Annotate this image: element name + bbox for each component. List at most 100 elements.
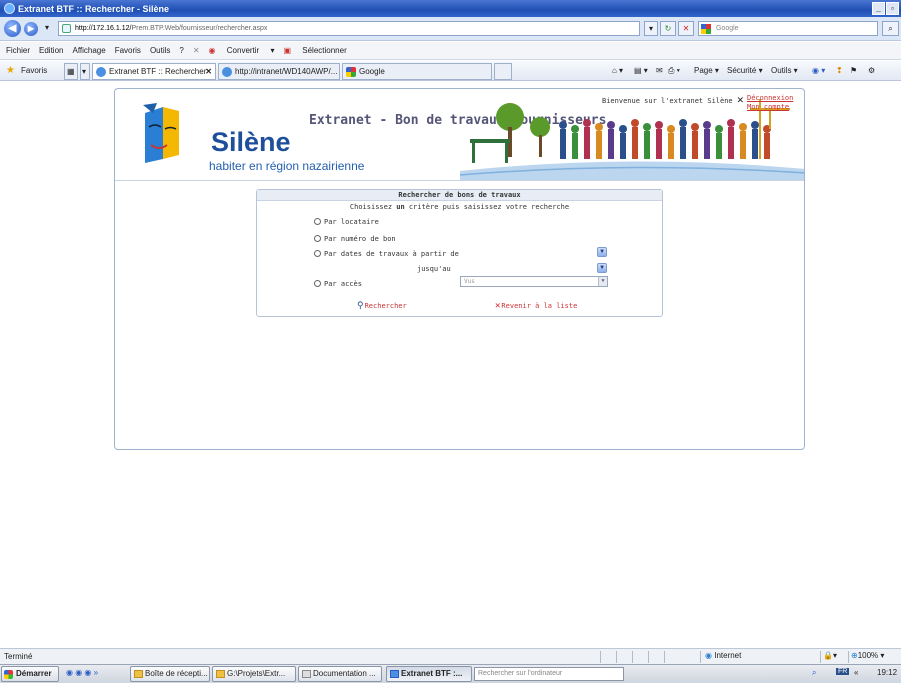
tab-list-icon[interactable]: ▾ <box>80 63 90 80</box>
menu-edit[interactable]: Edition <box>39 46 63 55</box>
search-form-title: Rechercher de bons de travaux <box>257 190 662 201</box>
protected-mode-icon[interactable]: 🔒▾ <box>820 651 848 663</box>
new-tab-button[interactable] <box>494 63 512 80</box>
search-icon[interactable]: ⌕ <box>812 668 816 678</box>
task-documentation[interactable]: Documentation ... <box>298 666 382 682</box>
folder-icon <box>216 670 225 678</box>
globe-icon: ◉ <box>705 651 712 660</box>
acces-select[interactable]: Vus ▼ <box>460 276 608 287</box>
ie-icon <box>4 3 15 14</box>
address-dropdown-icon[interactable]: ▾ <box>644 21 658 36</box>
close-icon: ✕ <box>737 93 744 106</box>
refresh-icon[interactable]: ↻ <box>660 21 676 36</box>
menu-tools[interactable]: Outils <box>150 46 170 55</box>
extra-toolbar-icon[interactable]: ⚙ <box>868 66 875 75</box>
page-menu[interactable]: Page ▾ <box>694 66 719 75</box>
welcome-text: Bienvenue sur l'extranet Silène <box>602 97 733 105</box>
security-zone: ◉ Internet <box>700 651 815 663</box>
zoom-icon: ⊕ <box>851 651 858 660</box>
close-toolbar-icon[interactable]: ✕ <box>193 46 200 55</box>
option-locataire[interactable]: Par locataire <box>314 218 379 226</box>
binoculars-icon: ⚲ <box>357 301 364 311</box>
mail-icon[interactable]: ✉ <box>656 66 663 75</box>
address-toolbar: ◀ ▶ ▾ http://172.16.1.12/Prem.BTP.Web/fo… <box>0 17 901 41</box>
help-icon[interactable]: ◉ ▾ <box>812 66 825 75</box>
convert-button[interactable]: ◉ Convertir ▾ <box>209 46 275 55</box>
radio-numero[interactable] <box>314 235 321 242</box>
mail-task-icon <box>134 670 143 678</box>
menu-help[interactable]: ? <box>179 46 183 55</box>
radio-locataire[interactable] <box>314 218 321 225</box>
home-icon[interactable]: ⌂ ▾ <box>612 66 623 75</box>
quick-launch-icons[interactable]: ◉ ◉ ◉ » <box>66 668 98 677</box>
option-acces[interactable]: Par accès <box>314 280 362 288</box>
forward-button[interactable]: ▶ <box>24 22 38 36</box>
quick-tabs-icon[interactable]: ▦ <box>64 63 78 80</box>
address-input[interactable]: http://172.16.1.12/Prem.BTP.Web/fourniss… <box>58 21 640 36</box>
ie-tab-icon <box>96 67 106 77</box>
blog-icon[interactable]: ⚑ <box>850 66 857 75</box>
until-label: jusqu'au <box>417 265 451 273</box>
google-icon <box>701 24 711 34</box>
task-outlook[interactable]: Boîte de récepti... <box>130 666 210 682</box>
favorites-star-icon[interactable]: ★ <box>6 65 15 76</box>
print-icon[interactable]: ⎙ ▾ <box>668 66 680 76</box>
date-from-dropdown-icon[interactable]: ▼ <box>597 247 607 257</box>
tab-intranet[interactable]: http://intranet/WD140AWP/... <box>218 63 340 80</box>
option-dates[interactable]: Par dates de travaux à partir de <box>314 250 459 258</box>
menu-view[interactable]: Affichage <box>72 46 105 55</box>
logout-link[interactable]: ✕ Déconnexion <box>737 93 793 106</box>
page-content: Silène habiter en région nazairienne Ext… <box>0 82 901 648</box>
maximize-button[interactable]: ▫ <box>886 2 899 15</box>
google-tab-icon <box>346 67 356 77</box>
tools-menu[interactable]: Outils ▾ <box>771 66 798 75</box>
tab-extranet[interactable]: Extranet BTF :: Rechercher ✕ <box>92 63 216 80</box>
back-to-list-button[interactable]: ✕Revenir à la liste <box>495 301 577 311</box>
research-icon[interactable]: ❢ <box>836 66 843 75</box>
status-bar: Terminé ◉ Internet 🔒▾ ⊕100% ▾ <box>0 648 901 664</box>
site-header: Silène habiter en région nazairienne Ext… <box>115 89 804 181</box>
account-link[interactable]: Mon compte <box>747 103 789 111</box>
search-form: Rechercher de bons de travaux Choisissez… <box>256 189 663 317</box>
close-tab-icon[interactable]: ✕ <box>205 64 212 79</box>
security-menu[interactable]: Sécurité ▾ <box>727 66 763 75</box>
radio-acces[interactable] <box>314 280 321 287</box>
minimize-button[interactable]: _ <box>872 2 885 15</box>
menu-file[interactable]: Fichier <box>6 46 30 55</box>
language-indicator[interactable]: FR <box>836 668 850 675</box>
select-button[interactable]: ▣ Sélectionner <box>283 46 355 55</box>
favorites-button[interactable]: Favoris <box>21 66 47 75</box>
document-icon <box>302 670 311 678</box>
task-explorer[interactable]: G:\Projets\Extr... <box>212 666 296 682</box>
task-extranet[interactable]: Extranet BTF :... <box>386 666 472 682</box>
menu-favorites[interactable]: Favoris <box>115 46 141 55</box>
people-illustration-icon <box>460 99 804 180</box>
extranet-panel: Silène habiter en région nazairienne Ext… <box>114 88 805 450</box>
tab-google[interactable]: Google <box>342 63 492 80</box>
search-button[interactable]: ⚲Rechercher <box>357 301 407 311</box>
history-dropdown-icon[interactable]: ▾ <box>41 21 53 36</box>
chevron-down-icon: ▼ <box>598 277 607 286</box>
desktop-search-input[interactable]: Rechercher sur l'ordinateur <box>474 667 624 681</box>
search-go-icon[interactable]: ⌕ <box>882 21 899 36</box>
taskbar: Démarrer ◉ ◉ ◉ » Boîte de récepti... G:\… <box>0 664 901 683</box>
feeds-icon[interactable]: ▤ ▾ <box>634 66 648 75</box>
back-button[interactable]: ◀ <box>4 20 21 37</box>
date-to-dropdown-icon[interactable]: ▼ <box>597 263 607 273</box>
radio-dates[interactable] <box>314 250 321 257</box>
search-input[interactable]: Google <box>698 21 878 36</box>
status-text: Terminé <box>4 652 33 661</box>
clock: 19:12 <box>877 668 898 677</box>
stop-icon[interactable]: ✕ <box>678 21 694 36</box>
zoom-control[interactable]: ⊕100% ▾ <box>848 651 898 663</box>
brand-name: Silène <box>211 127 291 157</box>
option-numero[interactable]: Par numéro de bon <box>314 235 396 243</box>
silene-logo-icon <box>143 103 179 163</box>
close-icon: ✕ <box>495 301 501 311</box>
start-button[interactable]: Démarrer <box>1 666 59 682</box>
brand-tagline: habiter en région nazairienne <box>209 159 365 173</box>
window-title-bar: Extranet BTF :: Rechercher - Silène _ ▫ <box>0 0 901 17</box>
favorites-bar: ★ Favoris ▦ ▾ Extranet BTF :: Rechercher… <box>0 61 901 81</box>
search-form-subtitle: Choisissez un critère puis saisissez vot… <box>349 203 570 211</box>
tray-icons[interactable]: « <box>854 668 858 677</box>
